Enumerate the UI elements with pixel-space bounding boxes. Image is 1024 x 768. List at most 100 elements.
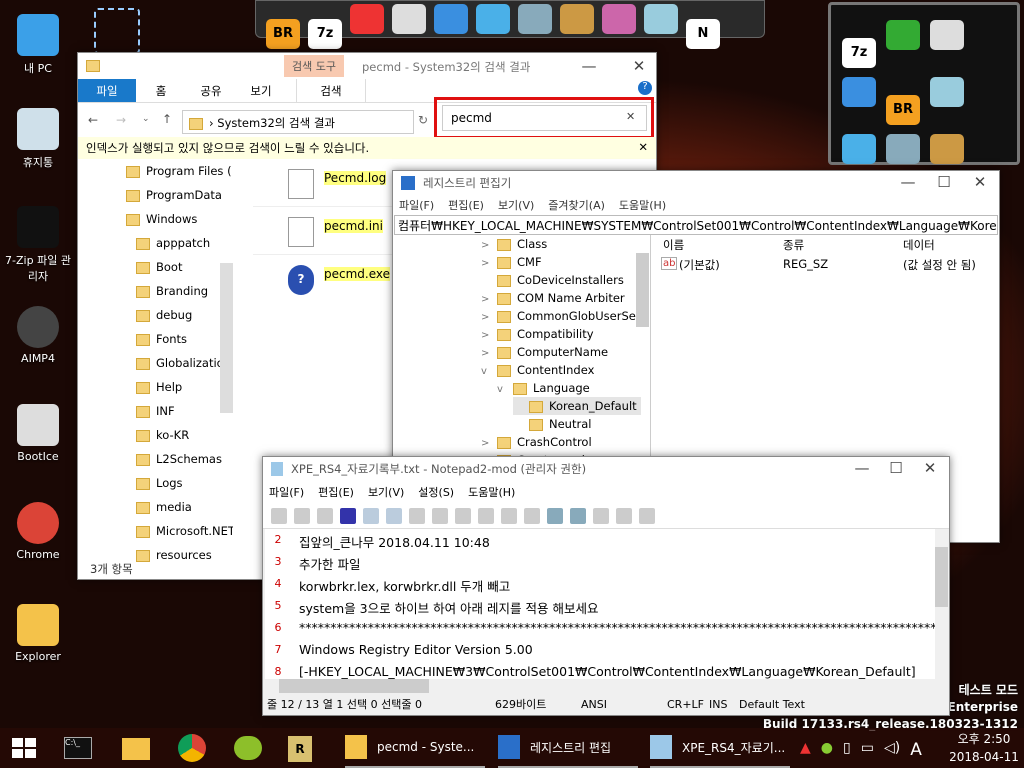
close-button[interactable]: ✕ [965,173,995,191]
nav-tree-item[interactable]: debug [136,305,192,325]
editor[interactable]: 2 집앞의_큰나무 2018.04.11 10:48 3 추가한 파일 4 korwbrk… [265,529,937,679]
launcher-icon[interactable]: N [686,19,720,49]
registry-key[interactable]: Korean_Default [513,397,641,415]
desktop-icon[interactable]: AIMP4 [4,306,72,365]
launcher-icon[interactable] [350,4,384,34]
nav-tree-item[interactable]: Windows [126,209,197,229]
menu-item[interactable]: 보기(V) [368,484,404,500]
tray-green-icon[interactable]: ● [821,740,833,760]
zoom-out-icon[interactable] [570,507,586,524]
launcher-icon[interactable] [644,4,678,34]
registry-key[interactable]: > ComputerName [481,343,608,361]
minimize-button[interactable]: — [574,57,604,75]
ribbon-tab[interactable]: 공유 [186,79,236,102]
close-info-icon[interactable]: ✕ [638,140,648,154]
back-icon[interactable]: ← [88,113,98,127]
ribbon-tab[interactable]: 검색 [296,79,366,102]
ribbon-tab[interactable]: 파일 [78,79,136,102]
launcher-icon[interactable] [930,20,964,50]
desktop-icon[interactable]: 내 PC [4,14,72,76]
expand-toggle[interactable]: v [497,381,513,399]
registry-value-row[interactable]: ab (기본값) REG_SZ (값 설정 안 됨) [655,255,999,275]
taskbar-window-button[interactable]: XPE_RS4_자료기... [650,728,790,768]
horizontal-scrollbar[interactable] [265,679,949,693]
launcher-icon[interactable] [886,20,920,50]
column-header[interactable]: 데이터 [903,237,935,253]
nav-tree-item[interactable]: Globalization [136,353,231,373]
tray-app-icon[interactable]: ▲ [800,740,811,760]
ime-indicator[interactable]: A [910,740,922,760]
view-scheme-icon[interactable] [593,507,609,524]
menu-item[interactable]: 편집(E) [318,484,354,500]
nav-tree-item[interactable]: Program Files ( [126,161,232,181]
volume-icon[interactable]: ◁) [884,740,900,760]
up-icon[interactable]: ↑ [162,112,172,126]
minimize-button[interactable]: — [847,459,877,477]
network-icon[interactable]: ▭ [861,740,874,760]
expand-toggle[interactable]: v [481,363,497,381]
minimize-button[interactable]: — [893,173,923,191]
launcher-icon[interactable] [560,4,594,34]
registry-key[interactable]: Neutral [513,415,591,433]
desktop-icon[interactable]: 7-Zip 파일 관리자 [4,206,72,284]
ribbon-tab[interactable]: 홈 [136,79,186,102]
menu-item[interactable]: 편집(E) [448,197,484,213]
nav-tree-item[interactable]: apppatch [136,233,210,253]
menu-item[interactable]: 파일(F) [269,484,304,500]
registry-key[interactable]: v Language [497,379,590,397]
launcher-icon[interactable] [434,4,468,34]
menu-item[interactable]: 즐겨찾기(A) [548,197,605,213]
exit-icon[interactable] [639,507,655,524]
help-icon[interactable]: ? [638,81,652,95]
nav-tree-item[interactable]: ProgramData [126,185,222,205]
nav-tree-item[interactable]: INF [136,401,175,421]
usb-icon[interactable]: ▯ [843,740,851,760]
launcher-icon[interactable] [842,77,876,107]
forward-icon[interactable]: → [116,113,126,127]
registry-key[interactable]: v ContentIndex [481,361,594,379]
registry-key[interactable]: > CommonGlobUserSett [481,307,645,325]
file-explorer-icon[interactable] [122,738,150,760]
launcher-icon[interactable] [392,4,426,34]
desktop-icon[interactable]: 휴지통 [4,108,72,170]
search-input[interactable] [442,105,647,131]
nav-tree-item[interactable]: L2Schemas [136,449,222,469]
nav-tree-item[interactable]: Microsoft.NET [136,521,233,541]
registry-key[interactable]: > Class [481,235,547,253]
taskbar-window-button[interactable]: pecmd - Syste... [345,728,485,768]
launcher-icon[interactable]: 7z [842,38,876,68]
paste-icon[interactable] [455,507,471,524]
registry-key[interactable]: > COM Name Arbiter [481,289,625,307]
cut-icon[interactable] [409,507,425,524]
registry-key[interactable]: > Compatibility [481,325,594,343]
open-icon[interactable] [294,507,310,524]
nav-tree-item[interactable]: Logs [136,473,183,493]
desktop-icon[interactable]: Chrome [4,502,72,561]
cmd-icon[interactable]: C:\_ [64,737,92,759]
new-icon[interactable] [271,507,287,524]
find-icon[interactable] [478,507,494,524]
replace-icon[interactable] [501,507,517,524]
ribbon-tab[interactable]: 보기 [236,79,286,102]
registry-key[interactable]: > CrashControl [481,433,592,451]
r-app-icon[interactable]: R [288,736,312,762]
launcher-icon[interactable] [930,77,964,107]
launcher-icon[interactable]: BR [886,95,920,125]
vertical-scrollbar[interactable] [935,529,948,679]
nav-tree-item[interactable]: media [136,497,192,517]
copy-icon[interactable] [432,507,448,524]
menu-item[interactable]: 보기(V) [498,197,534,213]
menu-item[interactable]: 파일(F) [399,197,434,213]
taskbar-window-button[interactable]: 레지스트리 편집 [498,728,638,768]
nav-scrollbar[interactable] [220,263,233,413]
desktop-icon[interactable]: BootIce [4,404,72,463]
network-icon[interactable] [94,8,140,54]
address-bar[interactable]: 컴퓨터₩HKEY_LOCAL_MACHINE₩SYSTEM₩ControlSet… [394,215,998,235]
word-wrap-icon[interactable] [524,507,540,524]
clock[interactable]: 오후 2:50 2018-04-11 [946,730,1022,766]
launcher-icon[interactable] [476,4,510,34]
undo-icon[interactable] [363,507,379,524]
customize-icon[interactable] [616,507,632,524]
tree-scrollbar[interactable] [636,253,649,327]
green-app-icon[interactable] [234,736,262,760]
